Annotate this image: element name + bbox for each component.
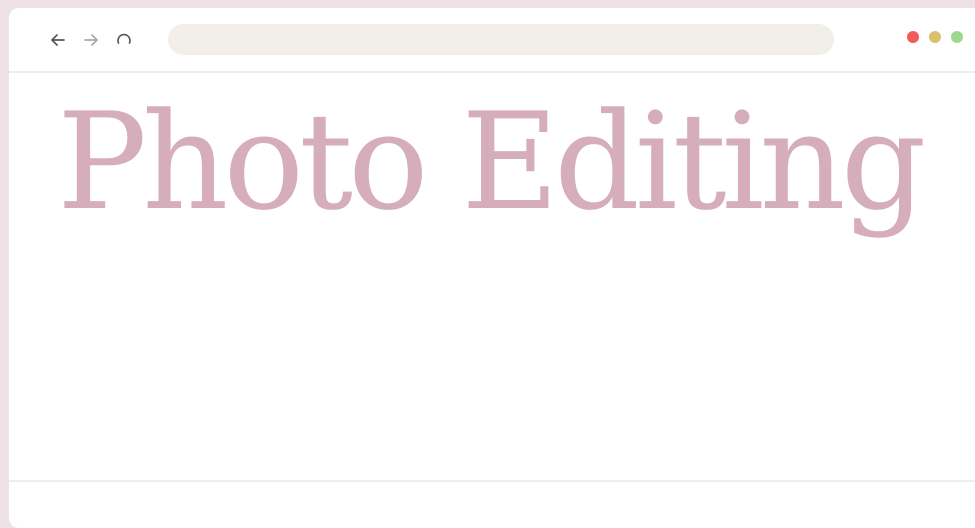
- browser-toolbar: [9, 8, 975, 73]
- page-content: Photo Editing: [9, 73, 975, 480]
- back-button[interactable]: [47, 29, 69, 51]
- arrow-left-icon: [51, 34, 65, 46]
- reload-icon: [117, 33, 131, 44]
- minimize-window-button[interactable]: [929, 31, 941, 43]
- forward-button[interactable]: [80, 29, 102, 51]
- page-title: Photo Editing: [57, 84, 926, 240]
- maximize-window-button[interactable]: [951, 31, 963, 43]
- reload-button[interactable]: [113, 29, 135, 51]
- arrow-right-icon: [84, 34, 98, 46]
- address-bar[interactable]: [168, 24, 834, 55]
- close-window-button[interactable]: [907, 31, 919, 43]
- browser-window: Photo Editing: [9, 8, 975, 528]
- window-controls: [907, 31, 963, 43]
- footer-divider: [9, 480, 975, 482]
